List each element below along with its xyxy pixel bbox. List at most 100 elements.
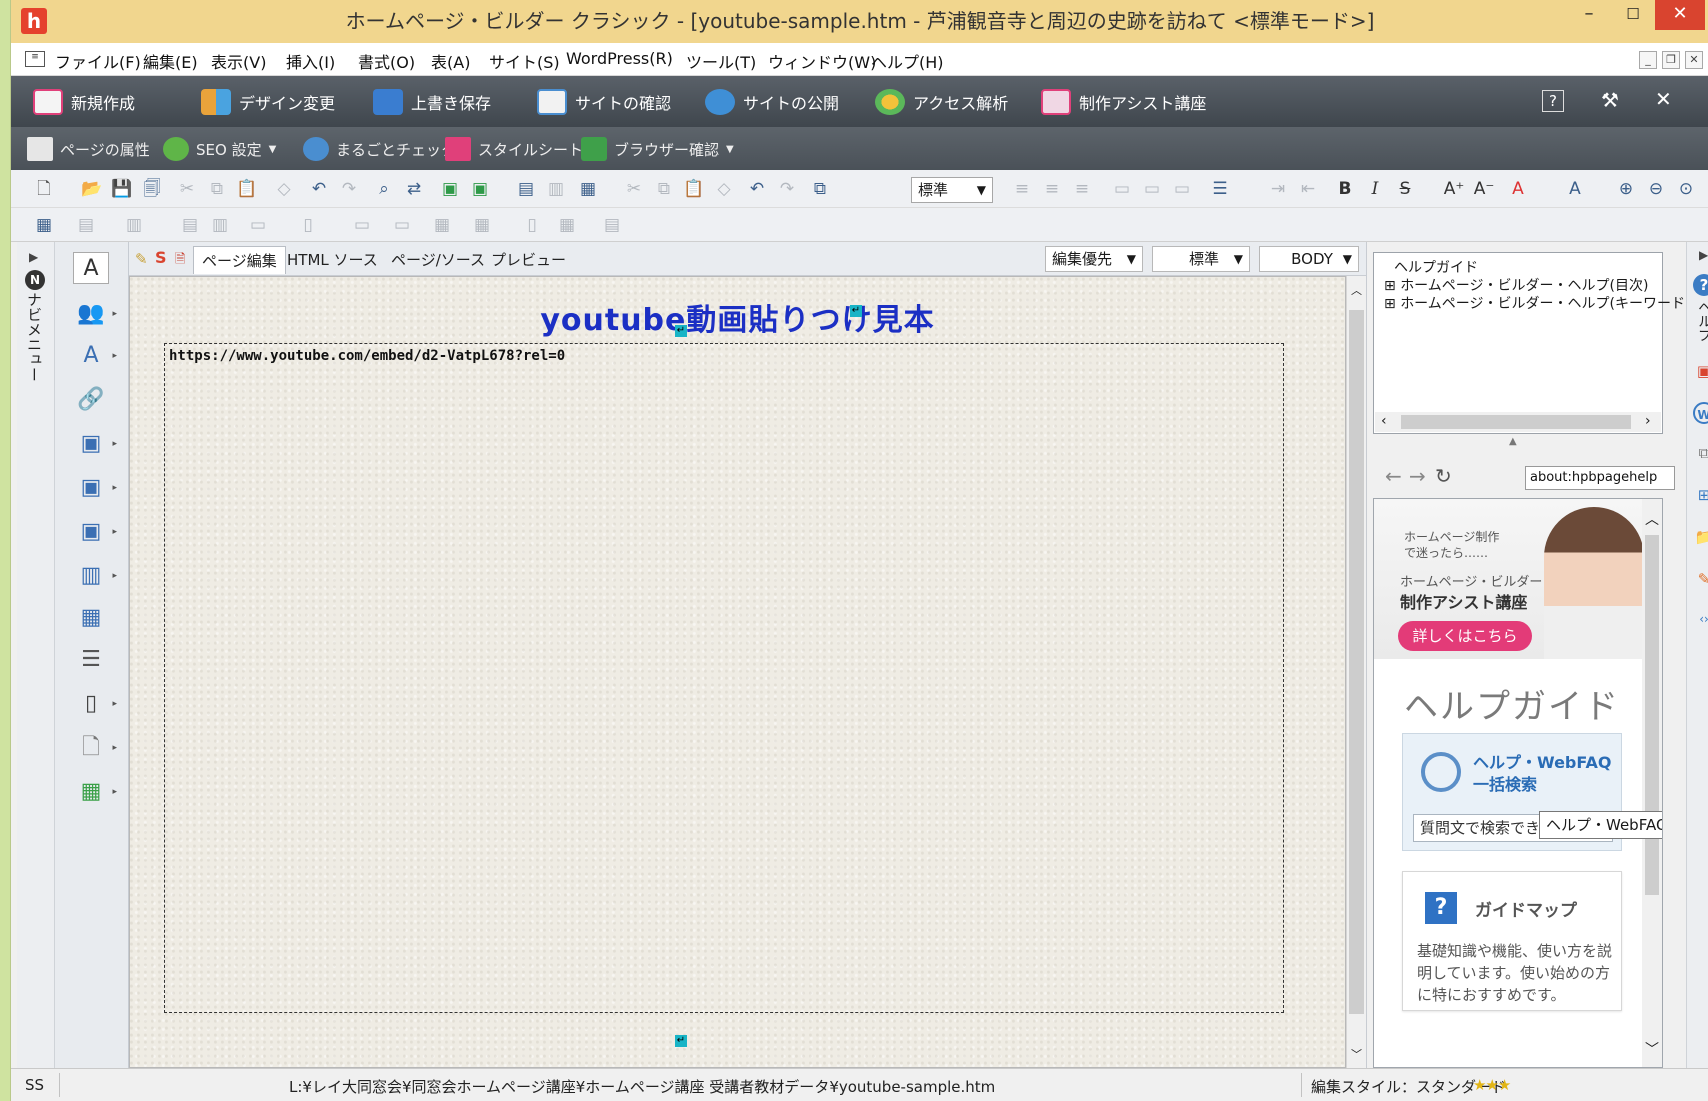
- cell-width-icon[interactable]: ▭: [351, 214, 373, 236]
- outdent-icon[interactable]: ⇤: [1297, 178, 1319, 200]
- cell-height-icon[interactable]: ▭: [391, 214, 413, 236]
- menu-insert[interactable]: 挿入(I): [286, 49, 335, 73]
- help-circle-icon[interactable]: ?: [1693, 274, 1708, 296]
- menu-help[interactable]: ヘルプ(H): [871, 49, 944, 73]
- pencil-icon[interactable]: ✎: [135, 250, 148, 268]
- mdi-restore-button[interactable]: ❐: [1662, 51, 1680, 69]
- redo-icon[interactable]: ↷: [338, 178, 360, 200]
- zoom-in-icon[interactable]: ⊕: [1615, 178, 1637, 200]
- tree-root[interactable]: ヘルプガイド: [1394, 257, 1478, 277]
- text-format-icon[interactable]: A: [1564, 178, 1586, 200]
- calendar-icon[interactable]: ▦ ▸: [73, 776, 117, 808]
- strikethrough-icon[interactable]: S: [1394, 178, 1416, 200]
- help-strip-label[interactable]: ヘルプ: [1694, 300, 1708, 342]
- design-change-button[interactable]: デザイン変更: [201, 87, 335, 117]
- page-icon[interactable]: 🗎: [175, 250, 185, 272]
- table-format-icon[interactable]: ▦: [556, 214, 578, 236]
- split-cells-icon[interactable]: ▯: [297, 214, 319, 236]
- help-panel-scrollbar[interactable]: ︿ ﹀: [1642, 499, 1662, 1067]
- menu-table[interactable]: 表(A): [431, 49, 470, 73]
- browser-check-button[interactable]: ブラウザー確認 ▼: [581, 136, 734, 162]
- blank-page-icon[interactable]: 🗋 ▸: [73, 732, 117, 764]
- redo2-icon[interactable]: ↷: [776, 178, 798, 200]
- menu-site[interactable]: サイト(S): [489, 49, 560, 73]
- font-larger-icon[interactable]: A⁺: [1443, 178, 1465, 200]
- site-check-button[interactable]: サイトの確認: [537, 87, 671, 117]
- people-icon[interactable]: 👥 ▸: [73, 298, 117, 330]
- font-color-icon[interactable]: A: [1507, 178, 1529, 200]
- italic-icon[interactable]: I: [1364, 178, 1386, 200]
- new-doc-icon[interactable]: 🗋: [33, 178, 55, 200]
- new-button[interactable]: 新規作成: [33, 87, 135, 117]
- menu-file[interactable]: ファイル(F): [55, 49, 141, 73]
- help-icon[interactable]: ?: [1542, 90, 1564, 112]
- publish-button[interactable]: サイトの公開: [705, 87, 839, 117]
- eraser-icon[interactable]: ◇: [273, 178, 295, 200]
- list-icon[interactable]: ☰: [1209, 178, 1231, 200]
- copy2-icon[interactable]: ⧉: [653, 178, 675, 200]
- cut2-icon[interactable]: ✂: [623, 178, 645, 200]
- page-properties-button[interactable]: ページの属性: [27, 136, 150, 162]
- insert-row-icon[interactable]: ▤: [75, 214, 97, 236]
- details-button[interactable]: 詳しくはこちら: [1398, 621, 1532, 651]
- link-icon[interactable]: 🔗: [73, 384, 109, 416]
- open-folder-icon[interactable]: 📂: [81, 178, 103, 200]
- insert-column-icon[interactable]: ▥: [123, 214, 145, 236]
- mdi-minimize-button[interactable]: _: [1639, 51, 1657, 69]
- layout-icon[interactable]: ▦: [577, 178, 599, 200]
- tree-node-contents[interactable]: ⊞ ホームページ・ビルダー・ヘルプ(目次): [1384, 275, 1648, 295]
- picture-icon[interactable]: ▣ ▸: [73, 516, 117, 548]
- wordpress-icon[interactable]: W: [1693, 402, 1708, 424]
- delete-column-icon[interactable]: ▥: [209, 214, 231, 236]
- merge-cells-icon[interactable]: ▭: [247, 214, 269, 236]
- expand-arrow-icon[interactable]: ▶: [29, 250, 38, 264]
- code-icon[interactable]: ‹›: [1693, 608, 1708, 630]
- back-arrow-icon[interactable]: ←: [1385, 464, 1402, 488]
- align-left-icon[interactable]: ≡: [1011, 178, 1033, 200]
- wrench-icon[interactable]: ⚒: [1601, 88, 1619, 112]
- insert-table-icon[interactable]: ▦: [33, 214, 55, 236]
- guide-map-card[interactable]: ? ガイドマップ 基礎知識や機能、使い方を説明しています。使い始めの方に特におす…: [1402, 871, 1622, 1011]
- youtube-embed-frame[interactable]: https://www.youtube.com/embed/d2-VatpL67…: [164, 343, 1284, 1013]
- save-disk-icon[interactable]: 💾: [111, 178, 133, 200]
- valign-middle-icon[interactable]: ▭: [1141, 178, 1163, 200]
- scroll-down-icon[interactable]: ﹀: [1351, 1046, 1362, 1062]
- refresh-icon[interactable]: ↻: [1435, 464, 1452, 488]
- paste2-icon[interactable]: 📋: [683, 178, 705, 200]
- copy-icon[interactable]: ⧉: [206, 178, 228, 200]
- forward-arrow-icon[interactable]: →: [1409, 464, 1426, 488]
- save-button[interactable]: 上書き保存: [373, 87, 491, 117]
- close-button[interactable]: ✕: [1655, 0, 1705, 30]
- eraser2-icon[interactable]: ◇: [713, 178, 735, 200]
- undo-icon[interactable]: ↶: [308, 178, 330, 200]
- scroll-left-icon[interactable]: ‹: [1381, 413, 1387, 429]
- folder-icon[interactable]: 📁: [1693, 526, 1708, 548]
- toolbox-icon[interactable]: ▣: [1693, 360, 1708, 382]
- align-center-icon[interactable]: ≡: [1041, 178, 1063, 200]
- frame-icon[interactable]: ▤: [515, 178, 537, 200]
- delete-row-icon[interactable]: ▤: [179, 214, 201, 236]
- layer-icon[interactable]: ▥: [545, 178, 567, 200]
- scroll-down-icon[interactable]: ﹀: [1645, 1039, 1659, 1059]
- align-right-icon[interactable]: ≡: [1071, 178, 1093, 200]
- layout-block-icon[interactable]: ▥ ▸: [73, 560, 117, 592]
- valign-bottom-icon[interactable]: ▭: [1171, 178, 1193, 200]
- full-check-button[interactable]: まるごとチェック: [303, 136, 456, 162]
- undo2-icon[interactable]: ↶: [746, 178, 768, 200]
- find-icon[interactable]: ⌕: [373, 178, 395, 200]
- menu-wordpress[interactable]: WordPress(R): [566, 49, 673, 68]
- font-smaller-icon[interactable]: A⁻: [1473, 178, 1495, 200]
- table-icon[interactable]: ▦: [73, 602, 109, 634]
- edit-mode-select[interactable]: 編集優先 ▼: [1045, 246, 1143, 272]
- style-select[interactable]: 標準 ▼: [1152, 246, 1250, 272]
- menu-tools[interactable]: ツール(T): [686, 49, 756, 73]
- scroll-right-icon[interactable]: ›: [1645, 413, 1651, 429]
- save-all-icon[interactable]: 🗐: [141, 178, 163, 200]
- indent-icon[interactable]: ⇥: [1267, 178, 1289, 200]
- menu-view[interactable]: 表示(V): [211, 49, 266, 73]
- access-analysis-button[interactable]: アクセス解析: [875, 87, 1008, 117]
- snippet-icon[interactable]: ✎: [1693, 568, 1708, 590]
- valign-top-icon[interactable]: ▭: [1111, 178, 1133, 200]
- insert-gadget-icon[interactable]: ▣: [469, 178, 491, 200]
- paste-icon[interactable]: 📋: [236, 178, 258, 200]
